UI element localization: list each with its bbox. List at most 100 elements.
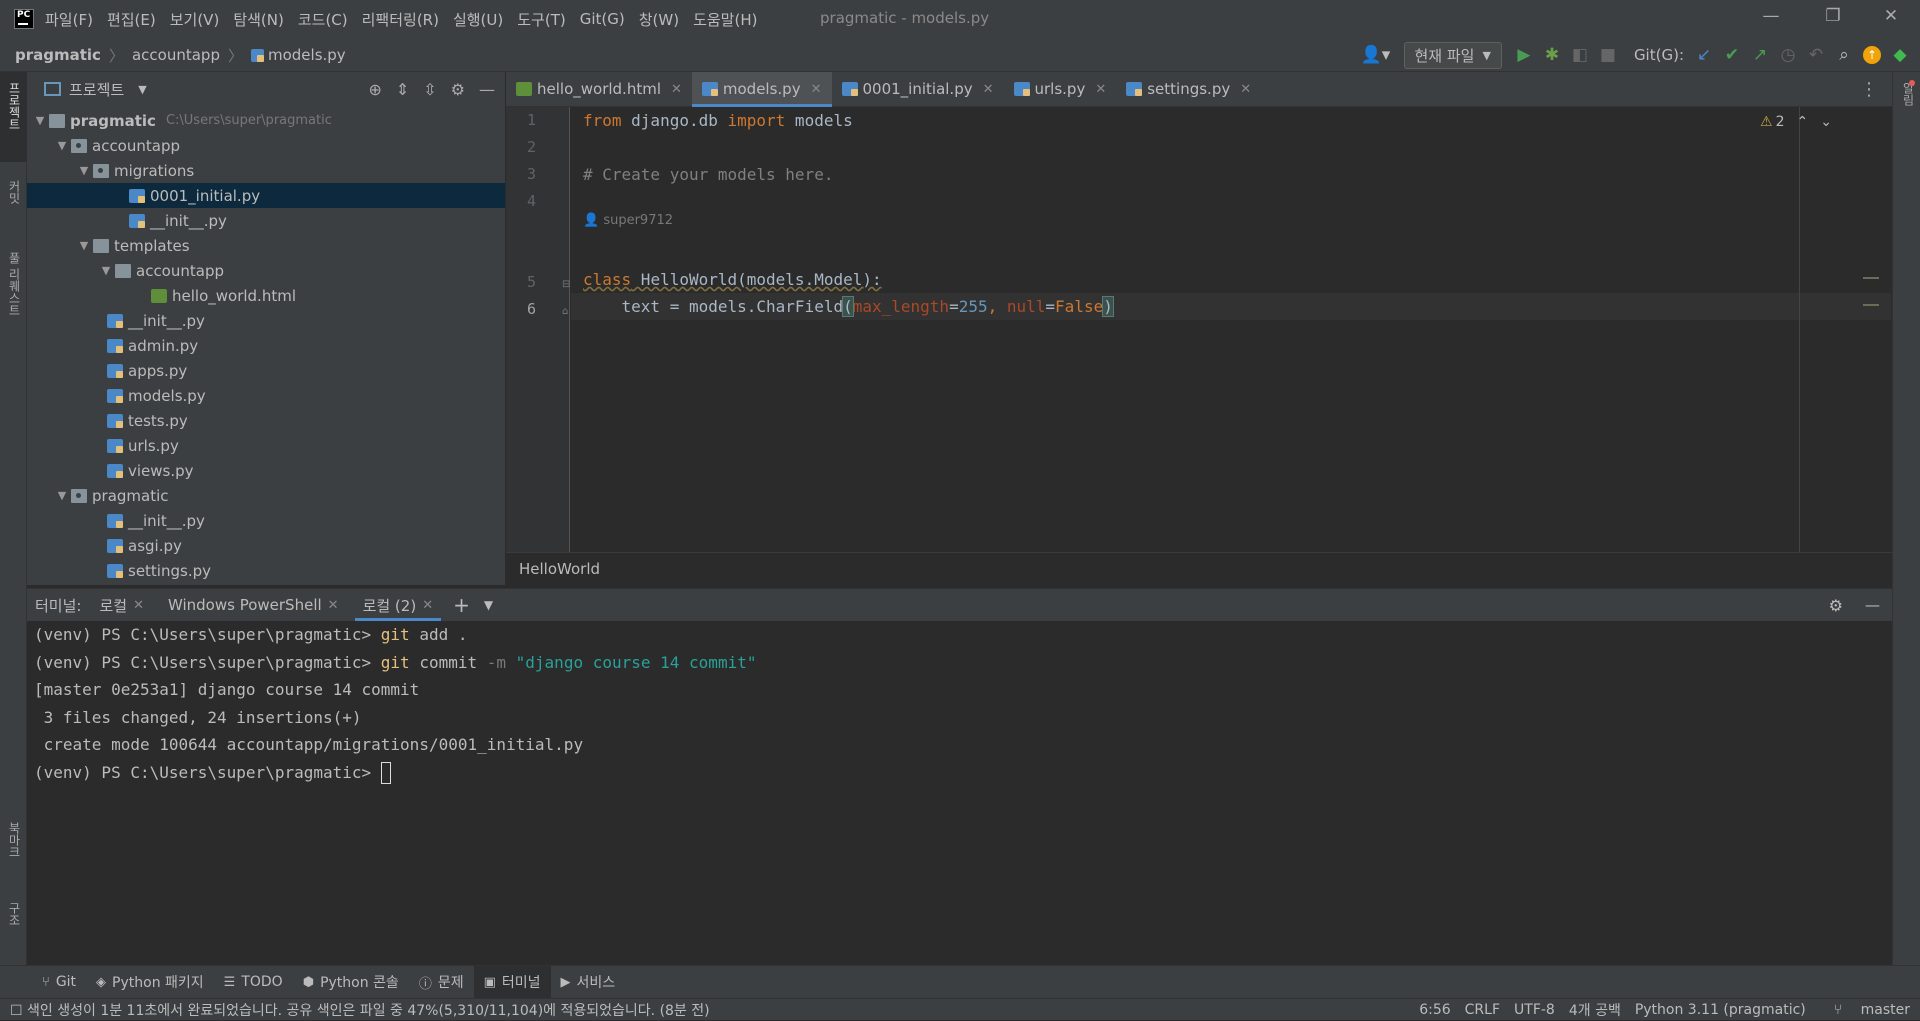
git-history-icon[interactable]: ◷: [1774, 38, 1802, 72]
tree-item-accountapp[interactable]: ▼ accountapp: [27, 133, 505, 158]
run-config-select[interactable]: 현재 파일 ▼: [1403, 41, 1502, 69]
expand-all-icon[interactable]: ⇕: [396, 80, 409, 99]
tool-pull-requests[interactable]: 풀 리퀘스트: [6, 252, 23, 316]
jetbrains-ai-icon[interactable]: ◆: [1886, 38, 1914, 72]
coverage-icon[interactable]: ◧: [1566, 38, 1594, 72]
close-icon[interactable]: ✕: [133, 598, 144, 613]
tool-terminal[interactable]: ▣ 터미널: [473, 965, 551, 999]
tree-item-pragmatic-pkg[interactable]: ▼ pragmatic: [27, 483, 505, 508]
menu-git[interactable]: Git(G): [580, 10, 625, 28]
tree-item-asgi[interactable]: asgi.py: [27, 533, 505, 558]
close-window-button[interactable]: ✕: [1876, 6, 1906, 32]
tree-item-tests[interactable]: tests.py: [27, 408, 505, 433]
tab-0001-initial-py[interactable]: 0001_initial.py ✕: [832, 72, 1004, 107]
tool-notifications[interactable]: 알림: [1900, 82, 1917, 106]
tab-settings-py[interactable]: settings.py ✕: [1116, 72, 1261, 107]
terminal-tab-local[interactable]: 로컬 ✕: [87, 589, 156, 621]
menu-refactor[interactable]: 리팩터링(R): [362, 9, 439, 30]
chevron-up-icon[interactable]: ⌃: [1797, 114, 1809, 130]
tree-item-pragmatic-init[interactable]: __init__.py: [27, 508, 505, 533]
menu-file[interactable]: 파일(F): [45, 9, 93, 30]
tool-problems[interactable]: ⓘ 문제: [409, 966, 474, 999]
tool-services[interactable]: ▶ 서비스: [551, 966, 626, 999]
close-icon[interactable]: ✕: [1095, 82, 1106, 97]
caret-position[interactable]: 6:56: [1419, 1002, 1450, 1018]
tree-item-0001-initial[interactable]: 0001_initial.py: [27, 183, 505, 208]
tool-structure[interactable]: 구조: [6, 902, 23, 926]
hide-panel-icon[interactable]: —: [479, 80, 495, 99]
breadcrumb-class[interactable]: HelloWorld: [519, 560, 600, 578]
tree-item-apps[interactable]: apps.py: [27, 358, 505, 383]
pycharm-logo-icon[interactable]: PC: [14, 9, 34, 29]
git-push-icon[interactable]: ↗: [1746, 38, 1774, 72]
git-update-icon[interactable]: ↙: [1690, 38, 1718, 72]
tool-python-packages[interactable]: ◈ Python 패키지: [86, 966, 214, 999]
breadcrumb-file[interactable]: models.py: [268, 46, 346, 64]
close-icon[interactable]: ✕: [671, 82, 682, 97]
chevron-down-icon[interactable]: ▼: [484, 598, 493, 612]
tab-urls-py[interactable]: urls.py ✕: [1004, 72, 1117, 107]
restore-button[interactable]: ❐: [1818, 6, 1848, 32]
tool-todo[interactable]: ☰ TODO: [214, 966, 293, 999]
tool-project[interactable]: 프로젝트: [6, 82, 23, 130]
search-icon[interactable]: ⌕: [1830, 38, 1858, 72]
tab-models-py[interactable]: models.py ✕: [691, 71, 832, 107]
tree-item-templates[interactable]: ▼ templates: [27, 233, 505, 258]
tree-item-templates-accountapp[interactable]: ▼ accountapp: [27, 258, 505, 283]
tool-python-console[interactable]: ⬢ Python 콘솔: [293, 966, 409, 999]
close-icon[interactable]: ✕: [983, 82, 994, 97]
close-icon[interactable]: ✕: [328, 598, 339, 613]
tree-item-views[interactable]: views.py: [27, 458, 505, 483]
fold-icon[interactable]: ⊟: [562, 279, 570, 290]
tab-hello-world-html[interactable]: hello_world.html ✕: [506, 72, 692, 107]
terminal-tab-local-2[interactable]: 로컬 (2) ✕: [351, 589, 446, 621]
run-icon[interactable]: ▶: [1510, 38, 1538, 72]
git-commit-icon[interactable]: ✔: [1718, 38, 1746, 72]
git-rollback-icon[interactable]: ↶: [1802, 38, 1830, 72]
chevron-down-icon[interactable]: ▼: [53, 139, 71, 152]
code-area[interactable]: from django.db import models # Create yo…: [571, 107, 1891, 552]
close-icon[interactable]: ✕: [1240, 82, 1251, 97]
hide-panel-icon[interactable]: —: [1865, 596, 1880, 614]
more-tabs-icon[interactable]: ⋮: [1860, 79, 1878, 100]
tree-item-root[interactable]: ▼ pragmatic C:\Users\super\pragmatic: [27, 108, 505, 133]
minimize-button[interactable]: —: [1756, 6, 1786, 32]
locate-file-icon[interactable]: ⊕: [368, 80, 381, 99]
chevron-down-icon[interactable]: ⌄: [1820, 114, 1832, 130]
status-message[interactable]: ☐ 색인 생성이 1분 11초에서 완료되었습니다. 공유 색인은 파일 중 4…: [10, 1000, 710, 1020]
inspection-widget[interactable]: ⚠ 2 ⌃ ⌄: [1760, 114, 1832, 130]
menu-tools[interactable]: 도구(T): [517, 9, 565, 30]
chevron-down-icon[interactable]: ▼: [53, 489, 71, 502]
line-separator[interactable]: CRLF: [1465, 1002, 1500, 1018]
tool-commit[interactable]: 커밋: [6, 180, 23, 204]
collapse-all-icon[interactable]: ⇳: [423, 80, 436, 99]
menu-navigate[interactable]: 탐색(N): [233, 9, 284, 30]
tree-item-accountapp-init[interactable]: __init__.py: [27, 308, 505, 333]
chevron-down-icon[interactable]: ▼: [75, 239, 93, 252]
indent-setting[interactable]: 4개 공백: [1569, 1000, 1621, 1020]
file-encoding[interactable]: UTF-8: [1514, 1002, 1555, 1018]
menu-code[interactable]: 코드(C): [298, 9, 348, 30]
tool-git[interactable]: ⑂ Git: [32, 966, 86, 999]
breadcrumb-folder[interactable]: accountapp: [132, 46, 220, 64]
python-interpreter[interactable]: Python 3.11 (pragmatic): [1635, 1002, 1806, 1018]
chevron-down-icon[interactable]: ▼: [97, 264, 115, 277]
breadcrumb-project[interactable]: pragmatic: [15, 46, 101, 64]
gear-icon[interactable]: ⚙: [451, 80, 465, 99]
menu-window[interactable]: 창(W): [639, 9, 679, 30]
menu-help[interactable]: 도움말(H): [693, 9, 757, 30]
fold-end-icon[interactable]: ⌂: [562, 306, 568, 317]
menu-view[interactable]: 보기(V): [170, 9, 220, 30]
tree-item-hello-world-html[interactable]: hello_world.html: [27, 283, 505, 308]
gear-icon[interactable]: ⚙: [1829, 596, 1843, 615]
git-branch-widget[interactable]: ⑂ master: [1820, 1002, 1910, 1018]
tree-item-migrations-init[interactable]: __init__.py: [27, 208, 505, 233]
chevron-down-icon[interactable]: ▼: [31, 114, 49, 127]
tree-item-models[interactable]: models.py: [27, 383, 505, 408]
close-icon[interactable]: ✕: [811, 82, 822, 97]
close-icon[interactable]: ✕: [422, 598, 433, 613]
chevron-down-icon[interactable]: ▼: [75, 164, 93, 177]
user-profile-icon[interactable]: 👤▾: [1356, 38, 1396, 72]
add-icon[interactable]: +: [453, 593, 470, 617]
tree-item-admin[interactable]: admin.py: [27, 333, 505, 358]
